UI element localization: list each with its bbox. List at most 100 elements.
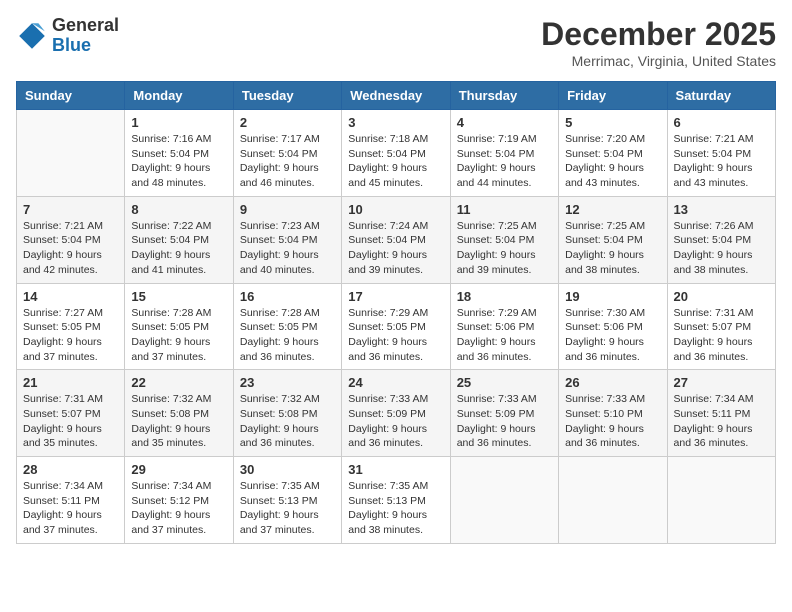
day-info: Sunrise: 7:33 AMSunset: 5:09 PMDaylight:… <box>348 392 443 451</box>
calendar-cell: 21 Sunrise: 7:31 AMSunset: 5:07 PMDayligh… <box>17 370 125 457</box>
logo-icon <box>16 20 48 52</box>
day-number: 28 <box>23 462 118 477</box>
day-number: 14 <box>23 289 118 304</box>
calendar-cell: 5Sunrise: 7:20 AMSunset: 5:04 PMDaylight… <box>559 110 667 197</box>
calendar-cell: 25 Sunrise: 7:33 AMSunset: 5:09 PMDayligh… <box>450 370 558 457</box>
calendar-cell: 8 Sunrise: 7:22 AMSunset: 5:04 PMDaylight… <box>125 196 233 283</box>
day-number: 29 <box>131 462 226 477</box>
day-number: 19 <box>565 289 660 304</box>
day-number: 13 <box>674 202 769 217</box>
day-info: Sunrise: 7:25 AMSunset: 5:04 PMDaylight:… <box>457 219 552 278</box>
calendar-cell: 10 Sunrise: 7:24 AMSunset: 5:04 PMDayligh… <box>342 196 450 283</box>
logo: General Blue <box>16 16 119 56</box>
calendar-cell <box>450 457 558 544</box>
day-number: 2 <box>240 115 335 130</box>
calendar-cell: 7 Sunrise: 7:21 AMSunset: 5:04 PMDaylight… <box>17 196 125 283</box>
calendar-cell: 28Sunrise: 7:34 AMSunset: 5:11 PMDayligh… <box>17 457 125 544</box>
day-info: Sunrise: 7:18 AMSunset: 5:04 PMDaylight:… <box>348 132 443 191</box>
day-number: 27 <box>674 375 769 390</box>
weekday-header: Monday <box>125 82 233 110</box>
day-number: 23 <box>240 375 335 390</box>
day-number: 3 <box>348 115 443 130</box>
calendar-week-row: 28Sunrise: 7:34 AMSunset: 5:11 PMDayligh… <box>17 457 776 544</box>
calendar-cell: 20Sunrise: 7:31 AMSunset: 5:07 PMDayligh… <box>667 283 775 370</box>
day-number: 12 <box>565 202 660 217</box>
calendar-cell: 3 Sunrise: 7:18 AMSunset: 5:04 PMDaylight… <box>342 110 450 197</box>
day-number: 22 <box>131 375 226 390</box>
day-info: Sunrise: 7:28 AMSunset: 5:05 PMDaylight:… <box>131 306 226 365</box>
day-number: 10 <box>348 202 443 217</box>
calendar-cell <box>559 457 667 544</box>
day-info: Sunrise: 7:28 AMSunset: 5:05 PMDaylight:… <box>240 306 335 365</box>
day-number: 16 <box>240 289 335 304</box>
calendar-header-row: SundayMondayTuesdayWednesdayThursdayFrid… <box>17 82 776 110</box>
weekday-header: Saturday <box>667 82 775 110</box>
day-info: Sunrise: 7:27 AMSunset: 5:05 PMDaylight:… <box>23 306 118 365</box>
calendar-week-row: 14 Sunrise: 7:27 AMSunset: 5:05 PMDayligh… <box>17 283 776 370</box>
day-info: Sunrise: 7:24 AMSunset: 5:04 PMDaylight:… <box>348 219 443 278</box>
day-number: 24 <box>348 375 443 390</box>
calendar-cell <box>17 110 125 197</box>
day-info: Sunrise: 7:34 AMSunset: 5:12 PMDaylight:… <box>131 479 226 538</box>
title-block: December 2025 Merrimac, Virginia, United… <box>541 16 776 69</box>
day-info: Sunrise: 7:17 AMSunset: 5:04 PMDaylight:… <box>240 132 335 191</box>
day-info: Sunrise: 7:34 AMSunset: 5:11 PMDaylight:… <box>674 392 769 451</box>
day-number: 5 <box>565 115 660 130</box>
calendar-table: SundayMondayTuesdayWednesdayThursdayFrid… <box>16 81 776 544</box>
day-info: Sunrise: 7:26 AMSunset: 5:04 PMDaylight:… <box>674 219 769 278</box>
calendar-cell: 13 Sunrise: 7:26 AMSunset: 5:04 PMDayligh… <box>667 196 775 283</box>
day-info: Sunrise: 7:21 AMSunset: 5:04 PMDaylight:… <box>23 219 118 278</box>
calendar-cell: 18Sunrise: 7:29 AMSunset: 5:06 PMDayligh… <box>450 283 558 370</box>
day-info: Sunrise: 7:35 AMSunset: 5:13 PMDaylight:… <box>348 479 443 538</box>
day-info: Sunrise: 7:30 AMSunset: 5:06 PMDaylight:… <box>565 306 660 365</box>
day-number: 9 <box>240 202 335 217</box>
day-number: 17 <box>348 289 443 304</box>
day-info: Sunrise: 7:32 AMSunset: 5:08 PMDaylight:… <box>240 392 335 451</box>
calendar-cell: 12Sunrise: 7:25 AMSunset: 5:04 PMDayligh… <box>559 196 667 283</box>
day-number: 30 <box>240 462 335 477</box>
day-info: Sunrise: 7:21 AMSunset: 5:04 PMDaylight:… <box>674 132 769 191</box>
day-info: Sunrise: 7:33 AMSunset: 5:09 PMDaylight:… <box>457 392 552 451</box>
day-number: 4 <box>457 115 552 130</box>
calendar-cell: 19 Sunrise: 7:30 AMSunset: 5:06 PMDayligh… <box>559 283 667 370</box>
day-number: 25 <box>457 375 552 390</box>
day-info: Sunrise: 7:22 AMSunset: 5:04 PMDaylight:… <box>131 219 226 278</box>
weekday-header: Sunday <box>17 82 125 110</box>
day-number: 11 <box>457 202 552 217</box>
calendar-week-row: 7 Sunrise: 7:21 AMSunset: 5:04 PMDaylight… <box>17 196 776 283</box>
calendar-cell: 16 Sunrise: 7:28 AMSunset: 5:05 PMDayligh… <box>233 283 341 370</box>
day-info: Sunrise: 7:35 AMSunset: 5:13 PMDaylight:… <box>240 479 335 538</box>
weekday-header: Friday <box>559 82 667 110</box>
calendar-cell: 1Sunrise: 7:16 AMSunset: 5:04 PMDaylight… <box>125 110 233 197</box>
calendar-cell: 30 Sunrise: 7:35 AMSunset: 5:13 PMDayligh… <box>233 457 341 544</box>
day-number: 8 <box>131 202 226 217</box>
calendar-cell: 2 Sunrise: 7:17 AMSunset: 5:04 PMDaylight… <box>233 110 341 197</box>
calendar-cell: 4 Sunrise: 7:19 AMSunset: 5:04 PMDaylight… <box>450 110 558 197</box>
calendar-cell: 11 Sunrise: 7:25 AMSunset: 5:04 PMDayligh… <box>450 196 558 283</box>
day-number: 7 <box>23 202 118 217</box>
weekday-header: Thursday <box>450 82 558 110</box>
calendar-cell: 24 Sunrise: 7:33 AMSunset: 5:09 PMDayligh… <box>342 370 450 457</box>
calendar-cell: 6 Sunrise: 7:21 AMSunset: 5:04 PMDaylight… <box>667 110 775 197</box>
calendar-cell: 14 Sunrise: 7:27 AMSunset: 5:05 PMDayligh… <box>17 283 125 370</box>
day-info: Sunrise: 7:31 AMSunset: 5:07 PMDaylight:… <box>23 392 118 451</box>
day-info: Sunrise: 7:23 AMSunset: 5:04 PMDaylight:… <box>240 219 335 278</box>
day-info: Sunrise: 7:19 AMSunset: 5:04 PMDaylight:… <box>457 132 552 191</box>
day-number: 31 <box>348 462 443 477</box>
calendar-cell: 23 Sunrise: 7:32 AMSunset: 5:08 PMDayligh… <box>233 370 341 457</box>
day-number: 6 <box>674 115 769 130</box>
day-number: 21 <box>23 375 118 390</box>
day-number: 26 <box>565 375 660 390</box>
calendar-week-row: 21 Sunrise: 7:31 AMSunset: 5:07 PMDayligh… <box>17 370 776 457</box>
day-info: Sunrise: 7:31 AMSunset: 5:07 PMDaylight:… <box>674 306 769 365</box>
calendar-cell: 29 Sunrise: 7:34 AMSunset: 5:12 PMDayligh… <box>125 457 233 544</box>
day-number: 1 <box>131 115 226 130</box>
calendar-cell: 26 Sunrise: 7:33 AMSunset: 5:10 PMDayligh… <box>559 370 667 457</box>
calendar-cell: 31 Sunrise: 7:35 AMSunset: 5:13 PMDayligh… <box>342 457 450 544</box>
day-info: Sunrise: 7:29 AMSunset: 5:05 PMDaylight:… <box>348 306 443 365</box>
day-info: Sunrise: 7:33 AMSunset: 5:10 PMDaylight:… <box>565 392 660 451</box>
day-number: 15 <box>131 289 226 304</box>
calendar-week-row: 1Sunrise: 7:16 AMSunset: 5:04 PMDaylight… <box>17 110 776 197</box>
weekday-header: Wednesday <box>342 82 450 110</box>
calendar-cell: 17 Sunrise: 7:29 AMSunset: 5:05 PMDayligh… <box>342 283 450 370</box>
